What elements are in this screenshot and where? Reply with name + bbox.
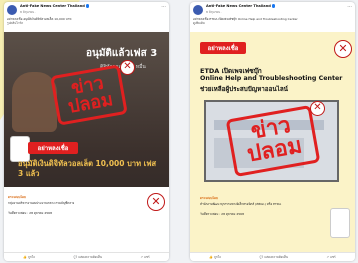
checked-date: วันที่ตรวจสอบ : 28 ตุลาคม 2568 [8,211,52,215]
do-not-believe-banner: อย่าหลงเชื่อ [200,42,246,54]
facebook-post-left: Anti-Fake News Center Thailand 8 มิถุนาย… [4,2,169,261]
checked-by-body: กลุ่มงานบริหารงานงบประมาณกลาง กรมบัญชีกล… [8,201,75,205]
page-name[interactable]: Anti-Fake News Center Thailand [20,4,90,8]
like-button[interactable]: 👍 ถูกใจ [23,255,35,260]
more-options-icon[interactable]: ··· [347,5,352,10]
afnc-logo-icon: ✕ [334,40,352,58]
afnc-logo-icon: ✕ [147,193,165,211]
post-header: Anti-Fake News Center Thailand 8 มิถุนาย… [190,2,355,30]
page-avatar[interactable] [7,5,17,15]
caption-see-more[interactable]: รูปคลิปไวรัล [7,21,167,25]
comment-button[interactable]: 💬 แสดงความคิดเห็น [260,255,288,260]
post-header: Anti-Fake News Center Thailand 8 มิถุนาย… [4,2,169,30]
image-title: อนุมัติแล้วเฟส 3 [86,48,158,59]
verified-icon [271,4,276,8]
post-caption: อย่าหลงเชื่อ ETDA เปิดเพจเฟซบุ๊ก Online … [193,17,353,25]
fake-news-stamp: ข่าวปลอม [50,64,128,126]
checked-date: วันที่ตรวจสอบ : 28 ตุลาคม 2568 [200,212,244,216]
info-panel: ตรวจสอบโดย กลุ่มงานบริหารงานงบประมาณกลาง… [4,187,169,252]
checked-by-label: ตรวจสอบโดย [8,195,26,199]
share-button[interactable]: ↗ แชร์ [141,255,150,260]
like-button[interactable]: 👍 ถูกใจ [209,255,221,260]
fake-x-icon: ✕ [120,60,135,75]
mascot-icon [330,208,350,238]
page-name[interactable]: Anti-Fake News Center Thailand [206,4,276,8]
post-actions: 👍 ถูกใจ 💬 แสดงความคิดเห็น ↗ แชร์ [4,252,169,261]
page-avatar[interactable] [193,5,203,15]
checked-by-body: สำนักงานพัฒนาธุรกรรมทางอิเล็กทรอนิกส์ (ส… [200,202,282,206]
more-options-icon[interactable]: ··· [161,5,166,10]
post-timestamp[interactable]: 8 มิถุนายน · [20,10,36,15]
fake-x-icon: ✕ [310,101,325,116]
post-timestamp[interactable]: 8 มิถุนายน · [206,10,222,15]
share-button[interactable]: ↗ แชร์ [327,255,336,260]
headline-line-2: Online Help and Troubleshooting Center [200,75,343,82]
comment-button[interactable]: 💬 แสดงความคิดเห็น [74,255,102,260]
headline-line-3: ช่วยเหลือผู้ประสบปัญหาออนไลน์ [200,86,288,93]
caption-see-more[interactable]: ดูเพิ่มเติม [193,21,353,25]
verified-icon [85,4,90,8]
post-actions: 👍 ถูกใจ 💬 แสดงความคิดเห็น ↗ แชร์ [190,252,355,261]
post-image[interactable]: อนุมัติแล้วเฟส 3 ดิจิทัลวอลเล็ต 1 หมื่น … [4,32,169,252]
checked-by-label: ตรวจสอบโดย [200,196,218,200]
headline: อนุมัติเงินดิจิทัลวอลเล็ต 10,000 บาท เฟส… [18,159,157,178]
post-caption: อย่าหลงเชื่อ อนุมัติเงินดิจิทัลวอลเล็ต 1… [7,17,167,25]
post-image[interactable]: อย่าหลงเชื่อ ✕ ETDA เปิดเพจเฟซบุ๊ก Onlin… [190,32,355,252]
facebook-post-right: Anti-Fake News Center Thailand 8 มิถุนาย… [190,2,355,261]
do-not-believe-banner: อย่าหลงเชื่อ [28,142,78,154]
